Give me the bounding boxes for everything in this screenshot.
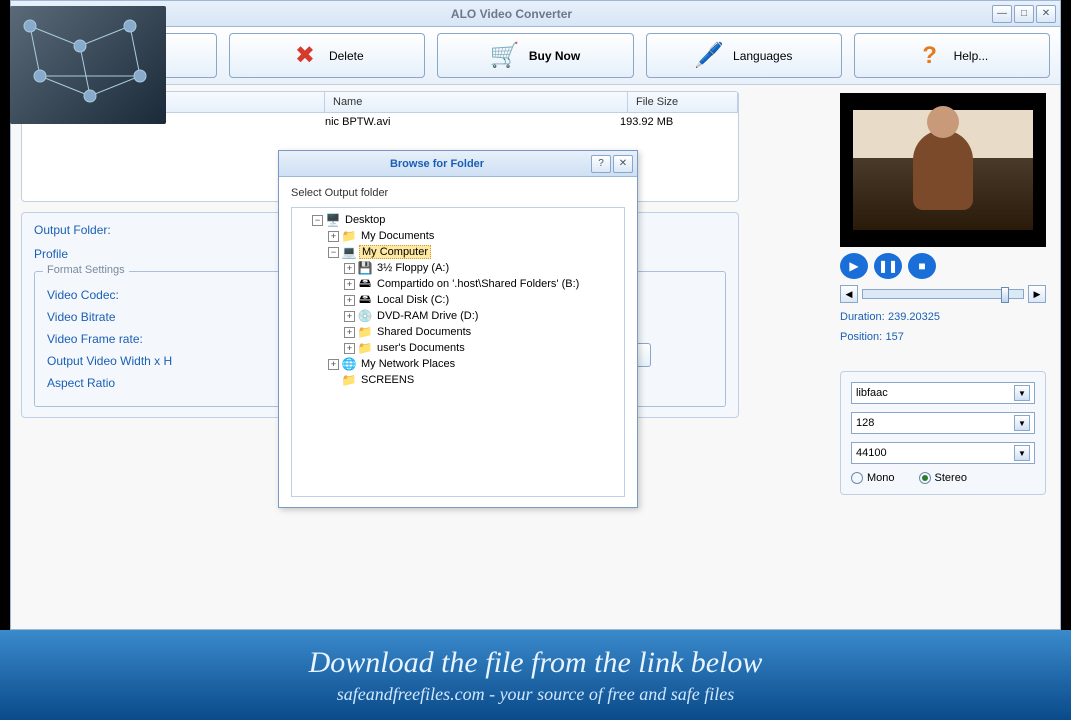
tree-floppy[interactable]: +💾3½ Floppy (A:) — [296, 260, 620, 276]
close-button[interactable]: ✕ — [1036, 5, 1056, 23]
languages-label: Languages — [733, 49, 792, 63]
stereo-radio[interactable]: Stereo — [919, 472, 967, 484]
seek-slider[interactable] — [862, 289, 1024, 299]
audio-panel: libfaac ▼ 128 ▼ 44100 ▼ Mono Stereo — [840, 371, 1046, 495]
minimize-button[interactable]: — — [992, 5, 1012, 23]
dialog-title: Browse for Folder — [283, 158, 591, 170]
buy-now-label: Buy Now — [529, 49, 580, 63]
tree-shared-docs[interactable]: +📁Shared Documents — [296, 324, 620, 340]
tree-shared-host[interactable]: +🖴Compartido on '.host\Shared Folders' (… — [296, 276, 620, 292]
col-name[interactable]: Name — [325, 92, 628, 112]
file-size: 193.92 MB — [620, 116, 730, 128]
audio-bitrate-value: 128 — [856, 417, 874, 429]
chevron-down-icon: ▼ — [1014, 385, 1030, 401]
title-bar: ALO Video Converter — □ ✕ — [11, 1, 1060, 27]
folder-tree: −🖥️Desktop +📁My Documents −💻My Computer … — [291, 207, 625, 497]
duration-value: 239.20325 — [888, 311, 940, 323]
help-icon: ? — [916, 42, 944, 70]
folder-icon: 📁 — [357, 325, 373, 339]
chevron-down-icon: ▼ — [1014, 415, 1030, 431]
folder-icon: 📁 — [341, 373, 357, 387]
delete-label: Delete — [329, 49, 364, 63]
language-icon: 🖊️ — [695, 42, 723, 70]
dialog-label: Select Output folder — [291, 187, 625, 199]
tree-desktop[interactable]: −🖥️Desktop — [296, 212, 620, 228]
tree-my-computer[interactable]: −💻My Computer — [296, 244, 620, 260]
dialog-close-button[interactable]: ✕ — [613, 155, 633, 173]
seek-end-button[interactable]: ▶ — [1028, 285, 1046, 303]
stereo-label: Stereo — [935, 472, 967, 484]
window-title: ALO Video Converter — [31, 7, 992, 21]
toolbar: ＋ Add files... ✖ Delete 🛒 Buy Now 🖊️ Lan… — [11, 27, 1060, 85]
mono-radio[interactable]: Mono — [851, 472, 895, 484]
buy-now-button[interactable]: 🛒 Buy Now — [437, 33, 633, 78]
maximize-button[interactable]: □ — [1014, 5, 1034, 23]
position-label: Position: — [840, 331, 882, 343]
banner: Download the file from the link below sa… — [0, 630, 1071, 720]
preview-panel: ▶ ❚❚ ■ ◀ ▶ Duration: 239.20325 Position:… — [840, 93, 1046, 343]
audio-bitrate-select[interactable]: 128 ▼ — [851, 412, 1035, 434]
format-legend: Format Settings — [43, 264, 129, 276]
audio-samplerate-value: 44100 — [856, 447, 887, 459]
mono-label: Mono — [867, 472, 895, 484]
delete-icon: ✖ — [291, 42, 319, 70]
duration-label: Duration: — [840, 311, 885, 323]
tree-user-docs[interactable]: +📁user's Documents — [296, 340, 620, 356]
network-icon: 🌐 — [341, 357, 357, 371]
banner-sub: safeandfreefiles.com - your source of fr… — [337, 684, 734, 705]
disk-icon: 🖴 — [357, 293, 373, 307]
seek-start-button[interactable]: ◀ — [840, 285, 858, 303]
video-watermark — [10, 6, 166, 124]
audio-codec-value: libfaac — [856, 387, 888, 399]
seek-thumb[interactable] — [1001, 287, 1009, 303]
computer-icon: 💻 — [341, 245, 357, 259]
help-button[interactable]: ? Help... — [854, 33, 1050, 78]
file-name: nic BPTW.avi — [325, 116, 620, 128]
folder-icon: 📁 — [357, 341, 373, 355]
tree-screens[interactable]: 📁SCREENS — [296, 372, 620, 388]
tree-dvd[interactable]: +💿DVD-RAM Drive (D:) — [296, 308, 620, 324]
cart-icon: 🛒 — [491, 42, 519, 70]
banner-main: Download the file from the link below — [309, 646, 763, 680]
folder-icon: 📁 — [341, 229, 357, 243]
help-label: Help... — [954, 49, 989, 63]
play-button[interactable]: ▶ — [840, 253, 868, 279]
browse-folder-dialog: Browse for Folder ? ✕ Select Output fold… — [278, 150, 638, 508]
tree-my-documents[interactable]: +📁My Documents — [296, 228, 620, 244]
dialog-help-button[interactable]: ? — [591, 155, 611, 173]
languages-button[interactable]: 🖊️ Languages — [646, 33, 842, 78]
tree-network[interactable]: +🌐My Network Places — [296, 356, 620, 372]
dvd-icon: 💿 — [357, 309, 373, 323]
pause-button[interactable]: ❚❚ — [874, 253, 902, 279]
stop-button[interactable]: ■ — [908, 253, 936, 279]
position-value: 157 — [886, 331, 904, 343]
tree-local-disk[interactable]: +🖴Local Disk (C:) — [296, 292, 620, 308]
delete-button[interactable]: ✖ Delete — [229, 33, 425, 78]
audio-codec-select[interactable]: libfaac ▼ — [851, 382, 1035, 404]
col-size[interactable]: File Size — [628, 92, 738, 112]
chevron-down-icon: ▼ — [1014, 445, 1030, 461]
desktop-icon: 🖥️ — [325, 213, 341, 227]
audio-samplerate-select[interactable]: 44100 ▼ — [851, 442, 1035, 464]
video-preview — [840, 93, 1046, 247]
